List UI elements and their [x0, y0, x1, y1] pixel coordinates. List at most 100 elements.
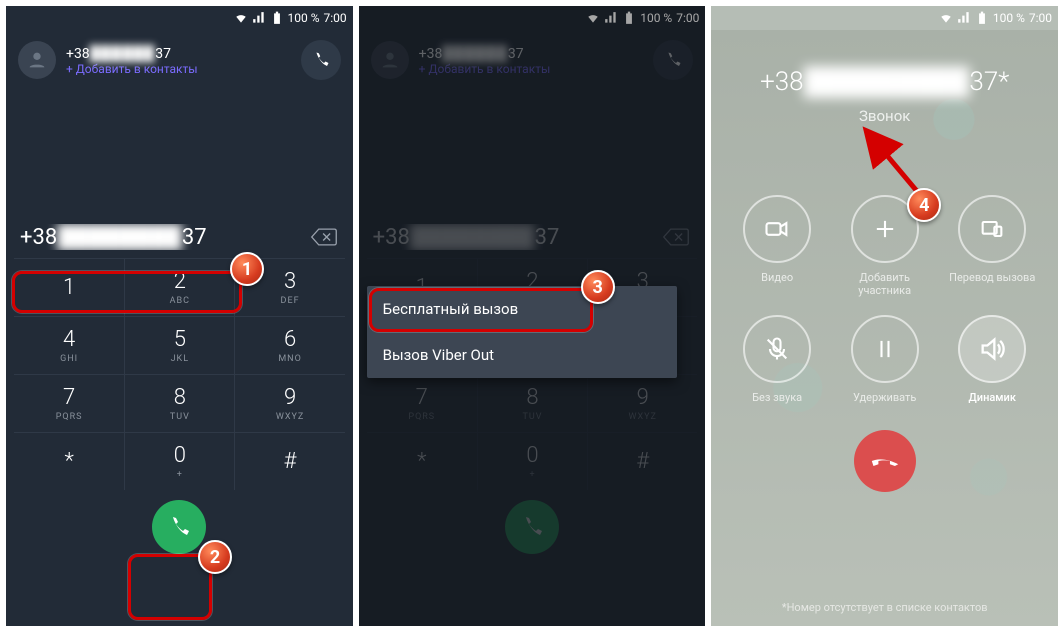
battery-text: 100 %: [640, 11, 672, 25]
battery-icon: [975, 11, 989, 25]
key-digit: *: [417, 449, 426, 474]
wifi-icon: [939, 11, 953, 25]
contact-phone-number: +38██████37: [419, 45, 644, 62]
add-label: Добавить участника: [837, 271, 933, 297]
key-digit: 2: [174, 269, 186, 294]
keypad-key-#[interactable]: #: [587, 432, 697, 490]
mute-button[interactable]: [743, 315, 811, 383]
dialer-area-dim: +38████████37 12ABC3DEF4GHI5JKL6MNO7PQRS…: [359, 220, 706, 568]
phone-icon: [520, 515, 544, 539]
battery-icon: [622, 11, 636, 25]
keypad-key-9[interactable]: 9 WXYZ: [587, 374, 697, 432]
contact-phone-number: +38██████37: [66, 45, 291, 62]
call-button[interactable]: [152, 500, 206, 554]
phone-panel-2: 100 % 7:00 +38██████37 + Добавить в конт…: [359, 6, 706, 626]
phone-icon: [664, 51, 682, 69]
keypad-key-2[interactable]: 2 ABC: [124, 258, 234, 316]
add-to-contacts-link[interactable]: + Добавить в контакты: [66, 62, 291, 76]
wifi-icon: [586, 11, 600, 25]
key-letters: TUV: [170, 412, 190, 422]
keypad-key-*[interactable]: *: [14, 432, 124, 490]
call-status-label: Звонок: [859, 107, 910, 125]
key-letters: PQRS: [56, 412, 83, 422]
keypad-key-8[interactable]: 8 TUV: [124, 374, 234, 432]
hold-label: Удерживать: [853, 391, 916, 404]
key-letters: +: [177, 470, 183, 480]
call-shortcut-button[interactable]: [653, 40, 693, 80]
dialer-area: +38████████37 12ABC3DEF4GHI5JKL6MNO7PQRS…: [6, 220, 353, 568]
menu-item-viber-out[interactable]: Вызов Viber Out: [367, 332, 678, 378]
keypad-key-6[interactable]: 6MNO: [234, 316, 344, 374]
key-digit: #: [284, 449, 297, 474]
phone-icon: [167, 515, 191, 539]
keypad-key-9[interactable]: 9 WXYZ: [234, 374, 344, 432]
video-icon: [763, 215, 791, 243]
phone-panel-3: 100 % 7:00 +38█████████37* Звонок Видео …: [711, 6, 1058, 626]
in-call-controls: Видео Добавить участника Перевод вызова …: [711, 195, 1058, 404]
clock-text: 7:00: [676, 11, 699, 25]
call-screen: +38█████████37* Звонок Видео Добавить уч…: [711, 30, 1058, 626]
signal-icon: [957, 11, 971, 25]
key-digit: 9: [637, 385, 649, 410]
signal-icon: [252, 11, 266, 25]
key-digit: 8: [526, 385, 538, 410]
phone-panel-1: 100 % 7:00 +38██████37 + Добавить в конт…: [6, 6, 353, 626]
call-shortcut-button[interactable]: [301, 40, 341, 80]
keypad-key-5[interactable]: 5 JKL: [124, 316, 234, 374]
keypad-key-0[interactable]: 0+: [124, 432, 234, 490]
key-letters: ABC: [170, 296, 190, 306]
hangup-button[interactable]: [854, 430, 916, 492]
keypad-key-4[interactable]: 4 GHI: [14, 316, 124, 374]
keypad-key-1[interactable]: 1: [14, 258, 124, 316]
avatar: [18, 41, 56, 79]
video-button[interactable]: [743, 195, 811, 263]
add-to-contacts-link[interactable]: + Добавить в контакты: [419, 62, 644, 76]
call-button-row: [14, 490, 345, 568]
key-digit: 3: [284, 269, 296, 294]
key-letters: JKL: [171, 354, 189, 364]
wifi-icon: [234, 11, 248, 25]
mic-off-icon: [763, 335, 791, 363]
person-icon: [379, 49, 401, 71]
add-participant-button[interactable]: [851, 195, 919, 263]
backspace-button[interactable]: [309, 225, 339, 249]
keypad-key-8[interactable]: 8 TUV: [477, 374, 587, 432]
contact-row: +38██████37 + Добавить в контакты: [6, 30, 353, 90]
key-digit: #: [636, 449, 649, 474]
signal-icon: [604, 11, 618, 25]
key-letters: WXYZ: [629, 412, 657, 422]
key-letters: TUV: [523, 412, 543, 422]
battery-text: 100 %: [288, 11, 320, 25]
keypad-key-3[interactable]: 3 DEF: [234, 258, 344, 316]
key-digit: 8: [174, 385, 186, 410]
key-letters: WXYZ: [276, 412, 304, 422]
keypad-key-7[interactable]: 7PQRS: [367, 374, 477, 432]
key-digit: 7: [63, 385, 75, 410]
contact-info: +38██████37 + Добавить в контакты: [66, 45, 291, 76]
keypad-key-0[interactable]: 0+: [477, 432, 587, 490]
call-button[interactable]: [505, 500, 559, 554]
key-letters: MNO: [278, 354, 301, 364]
transfer-button[interactable]: [958, 195, 1026, 263]
status-bar: 100 % 7:00: [359, 6, 706, 30]
keypad-key-7[interactable]: 7 PQRS: [14, 374, 124, 432]
battery-icon: [270, 11, 284, 25]
call-button-row: [367, 490, 698, 568]
key-digit: *: [64, 449, 73, 474]
phone-icon: [865, 441, 905, 481]
hold-button[interactable]: [851, 315, 919, 383]
key-digit: 4: [63, 327, 75, 352]
keypad-key-*[interactable]: *: [367, 432, 477, 490]
key-letters: GHI: [60, 354, 78, 364]
battery-text: 100 %: [993, 11, 1025, 25]
menu-item-free-call[interactable]: Бесплатный вызов: [367, 286, 678, 332]
speaker-button[interactable]: [958, 315, 1026, 383]
hangup-row: [854, 430, 916, 492]
key-digit: 5: [174, 327, 186, 352]
key-digit: 7: [416, 385, 428, 410]
keypad-key-#[interactable]: #: [234, 432, 344, 490]
speaker-icon: [978, 335, 1006, 363]
key-letters: DEF: [281, 296, 300, 306]
key-digit: 9: [284, 385, 296, 410]
backspace-button[interactable]: [661, 225, 691, 249]
